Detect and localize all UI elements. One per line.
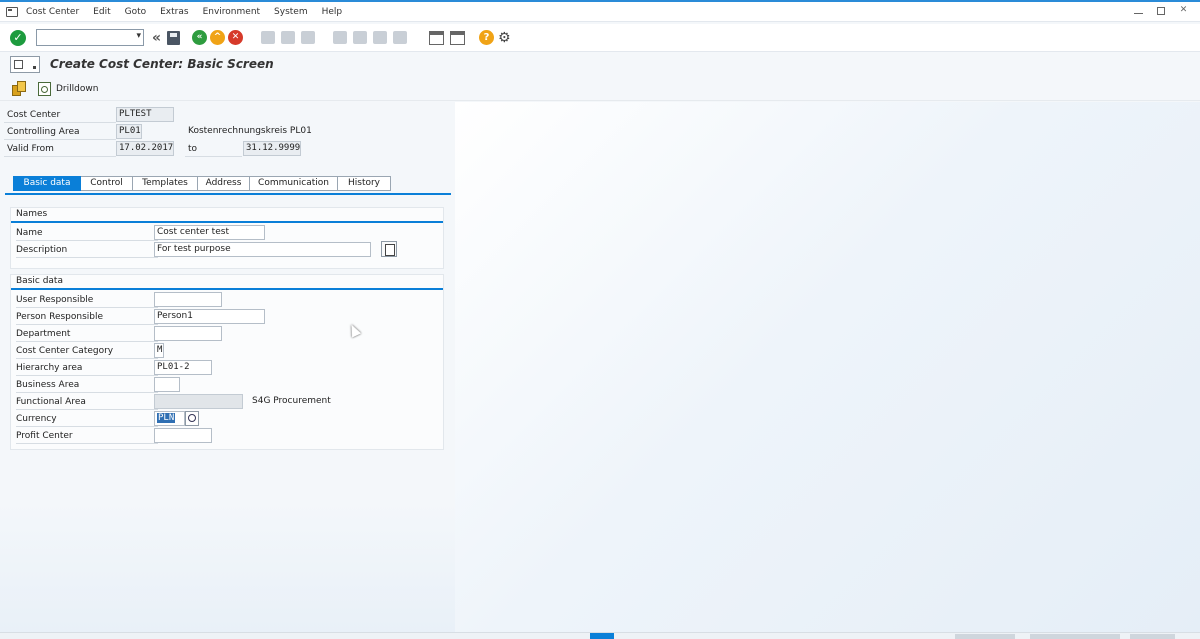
valid-to-label: to <box>185 142 242 157</box>
menu-bar: Cost Center Edit Goto Extras Environment… <box>0 2 1200 22</box>
chevron-down-icon[interactable]: ▾ <box>136 31 141 41</box>
status-segment-system <box>955 634 1015 639</box>
tab-underline <box>5 193 451 195</box>
system-menu-icon[interactable] <box>6 6 18 17</box>
application-toolbar: Drilldown <box>0 77 1200 101</box>
menu-help[interactable]: Help <box>322 7 343 17</box>
drilldown-icon[interactable] <box>38 81 51 96</box>
functional-area-label: Functional Area <box>16 395 158 410</box>
description-input[interactable]: For test purpose <box>154 242 371 257</box>
background-decoration <box>455 102 1200 639</box>
valid-from-value: 17.02.2017 <box>116 141 174 156</box>
cost-center-category-input[interactable]: M <box>154 343 164 358</box>
controlling-area-value: PL01 <box>116 124 142 139</box>
names-group-title: Names <box>16 209 48 219</box>
person-responsible-input[interactable]: Person1 <box>154 309 265 324</box>
find-next-icon <box>301 31 316 44</box>
exit-icon[interactable]: ^ <box>210 30 226 45</box>
last-page-icon <box>393 31 408 44</box>
page-title: Create Cost Center: Basic Screen <box>50 57 274 71</box>
master-data-icon[interactable] <box>12 81 26 96</box>
tab-history[interactable]: History <box>338 176 391 191</box>
cost-center-label: Cost Center <box>4 108 116 123</box>
create-session-icon[interactable] <box>429 30 445 45</box>
shortcut-icon[interactable] <box>450 30 466 45</box>
valid-from-label: Valid From <box>4 142 116 157</box>
basic-data-group-title: Basic data <box>16 276 63 286</box>
functional-area-input[interactable] <box>154 394 243 409</box>
help-icon[interactable]: ? <box>479 30 495 45</box>
main-area: Cost Center PLTEST Controlling Area PL01… <box>0 102 1200 639</box>
basic-data-group: Basic data User Responsible Person Respo… <box>10 274 444 450</box>
next-page-icon <box>373 31 388 44</box>
double-chevron-left-icon[interactable]: « <box>152 30 161 46</box>
hierarchy-area-label: Hierarchy area <box>16 361 158 376</box>
find-icon <box>281 31 296 44</box>
minimize-icon[interactable] <box>1134 8 1143 14</box>
department-label: Department <box>16 327 158 342</box>
tab-communication[interactable]: Communication <box>250 176 338 191</box>
tabstrip: Basic data Control Templates Address Com… <box>13 176 391 191</box>
status-segment-mode <box>1130 634 1175 639</box>
title-bar: Create Cost Center: Basic Screen <box>0 53 1200 75</box>
enter-checkmark-icon[interactable]: ✓ <box>10 29 26 46</box>
profit-center-label: Profit Center <box>16 429 158 444</box>
tab-basic-data[interactable]: Basic data <box>13 176 81 191</box>
gear-icon[interactable]: ⚙ <box>498 30 511 46</box>
person-responsible-label: Person Responsible <box>16 310 158 325</box>
currency-input[interactable]: PLN <box>154 411 185 426</box>
menu-extras[interactable]: Extras <box>160 7 188 17</box>
tab-address[interactable]: Address <box>198 176 250 191</box>
menu-goto[interactable]: Goto <box>125 7 147 17</box>
department-input[interactable] <box>154 326 222 341</box>
standard-toolbar: ✓ ▾ « « ^ ✕ ? ⚙ <box>0 24 1200 52</box>
name-input[interactable]: Cost center test <box>154 225 265 240</box>
print-icon <box>261 31 276 44</box>
back-icon[interactable]: « <box>192 30 208 45</box>
background-decoration-lower <box>0 502 455 639</box>
functional-area-text: S4G Procurement <box>252 396 331 406</box>
description-label: Description <box>16 243 158 258</box>
long-text-icon[interactable] <box>381 241 397 257</box>
command-field[interactable]: ▾ <box>36 29 144 46</box>
menu-system[interactable]: System <box>274 7 308 17</box>
business-area-label: Business Area <box>16 378 158 393</box>
currency-selected-text: PLN <box>157 413 176 423</box>
controlling-area-text: Kostenrechnungskreis PL01 <box>188 126 312 136</box>
status-segment-server <box>1030 634 1120 639</box>
save-icon[interactable] <box>167 30 181 45</box>
maximize-icon[interactable] <box>1157 6 1165 15</box>
sap-logo-icon <box>590 633 614 639</box>
cost-center-value: PLTEST <box>116 107 174 122</box>
controlling-area-label: Controlling Area <box>4 125 116 140</box>
user-responsible-input[interactable] <box>154 292 222 307</box>
basic-data-group-line <box>11 288 443 290</box>
close-icon[interactable]: ✕ <box>1179 6 1188 15</box>
hierarchy-area-input[interactable]: PL01-2 <box>154 360 212 375</box>
business-area-input[interactable] <box>154 377 180 392</box>
window-controls: ✕ <box>1134 6 1188 15</box>
cost-center-category-label: Cost Center Category <box>16 344 158 359</box>
names-group: Names Name Cost center test Description … <box>10 207 444 269</box>
drilldown-button[interactable]: Drilldown <box>56 84 98 94</box>
cancel-icon[interactable]: ✕ <box>228 30 244 45</box>
profit-center-input[interactable] <box>154 428 212 443</box>
first-page-icon <box>333 31 348 44</box>
menu-environment[interactable]: Environment <box>203 7 260 17</box>
name-label: Name <box>16 226 158 241</box>
dropdown-dot-icon <box>33 65 36 69</box>
currency-label: Currency <box>16 412 158 427</box>
tab-templates[interactable]: Templates <box>133 176 198 191</box>
gui-menu-button[interactable] <box>10 55 40 73</box>
valid-to-value: 31.12.9999 <box>243 141 301 156</box>
menu-cost-center[interactable]: Cost Center <box>26 7 79 17</box>
menu-grid-icon <box>14 59 23 69</box>
menu-edit[interactable]: Edit <box>93 7 110 17</box>
user-responsible-label: User Responsible <box>16 293 158 308</box>
search-help-icon[interactable] <box>185 411 199 426</box>
names-group-line <box>11 221 443 223</box>
previous-page-icon <box>353 31 368 44</box>
master-data-icon-front <box>17 81 26 92</box>
tab-control[interactable]: Control <box>81 176 133 191</box>
